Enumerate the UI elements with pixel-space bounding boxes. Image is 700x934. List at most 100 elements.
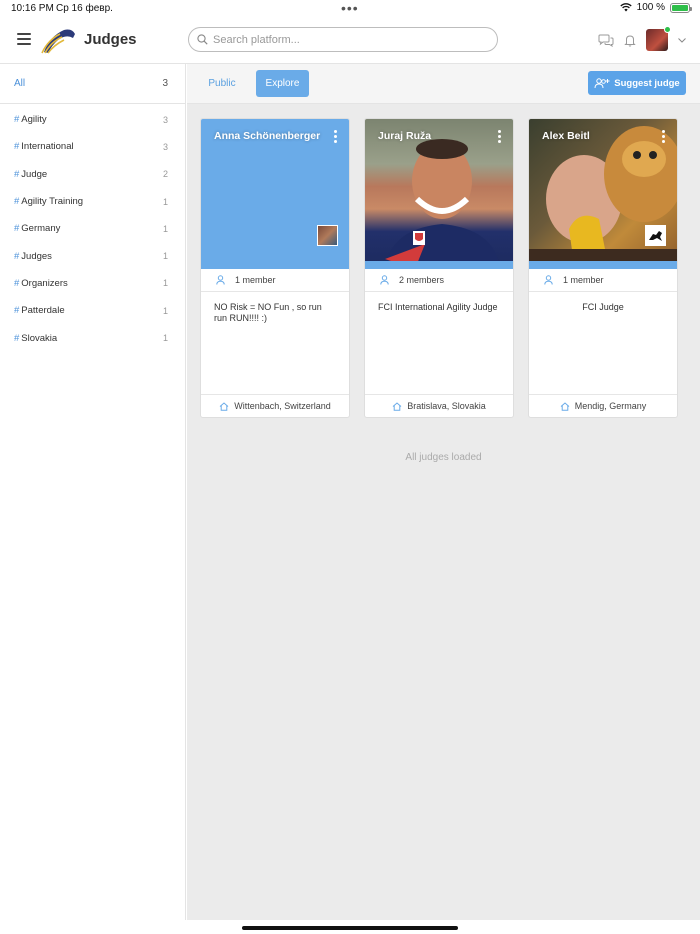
sidebar-item-all[interactable]: All 3 xyxy=(0,64,185,104)
hash-icon: # xyxy=(14,141,20,153)
sidebar-item-international[interactable]: # International 3 xyxy=(0,133,185,160)
sidebar-item-label: Agility xyxy=(21,114,47,126)
sidebar-item-count: 3 xyxy=(162,114,168,125)
judge-name: Alex Beitl xyxy=(542,130,590,142)
status-date: Ср 16 февр. xyxy=(56,3,113,14)
hash-icon: # xyxy=(14,114,20,126)
location-label: Mendig, Germany xyxy=(574,401,647,411)
member-count-label: 1 member xyxy=(235,275,276,285)
user-icon xyxy=(544,275,553,285)
hash-icon: # xyxy=(14,277,20,289)
multitasking-dots-icon[interactable]: ••• xyxy=(341,0,359,16)
home-indicator[interactable] xyxy=(242,926,458,930)
sidebar-item-label: Judges xyxy=(21,250,52,262)
card-stripe xyxy=(529,261,677,269)
tab-public[interactable]: Public xyxy=(199,70,245,97)
sidebar-item-judges[interactable]: # Judges 1 xyxy=(0,242,185,269)
status-bar: 10:16 PM Ср 16 февр. ••• 100 % xyxy=(0,0,700,18)
header-actions xyxy=(598,26,686,51)
hash-icon: # xyxy=(14,168,20,180)
judge-card[interactable]: Juraj Ruža 2 members FCI International A… xyxy=(364,118,514,418)
hash-icon: # xyxy=(14,250,20,262)
member-count-label: 1 member xyxy=(563,275,604,285)
search-icon xyxy=(197,34,208,45)
toolbar: Public Explore Suggest judge xyxy=(187,64,700,104)
judge-card[interactable]: Alex Beitl 1 member FCI Judge Mendig, Ge… xyxy=(528,118,678,418)
all-loaded-message: All judges loaded xyxy=(405,452,482,463)
main-content: Public Explore Suggest judge Anna Schöne… xyxy=(187,64,700,920)
sidebar-item-count: 1 xyxy=(162,196,168,207)
more-options-icon[interactable] xyxy=(662,130,666,145)
status-right: 100 % xyxy=(619,2,692,13)
app-header: Judges xyxy=(0,18,700,64)
judge-location: Mendig, Germany xyxy=(529,394,677,417)
judge-thumbnail xyxy=(317,225,338,246)
sidebar-item-judge[interactable]: # Judge 2 xyxy=(0,161,185,188)
user-icon xyxy=(216,275,225,285)
battery-fill xyxy=(672,4,688,11)
hash-icon: # xyxy=(14,196,20,208)
sidebar-item-label: International xyxy=(21,141,74,153)
online-indicator xyxy=(664,26,671,33)
hash-icon: # xyxy=(14,305,20,317)
sidebar-item-patterdale[interactable]: # Patterdale 1 xyxy=(0,297,185,324)
sidebar-item-agility-training[interactable]: # Agility Training 1 xyxy=(0,188,185,215)
suggest-judge-label: Suggest judge xyxy=(614,77,680,89)
search-input[interactable] xyxy=(213,33,473,46)
sidebar-item-organizers[interactable]: # Organizers 1 xyxy=(0,270,185,297)
suggest-judge-button[interactable]: Suggest judge xyxy=(588,71,686,95)
battery-percent: 100 % xyxy=(636,2,665,13)
chat-icon[interactable] xyxy=(598,34,614,47)
sidebar-item-slovakia[interactable]: # Slovakia 1 xyxy=(0,324,185,351)
sidebar-all-count: 3 xyxy=(162,78,168,89)
judge-description: NO Risk = NO Fun , so run run RUN!!!! :) xyxy=(214,302,322,323)
judge-name: Anna Schönenberger xyxy=(214,130,321,142)
member-count: 1 member xyxy=(529,269,677,292)
sidebar-item-count: 1 xyxy=(162,333,168,344)
home-icon xyxy=(392,401,402,411)
judge-location: Bratislava, Slovakia xyxy=(365,394,513,417)
page-title: Judges xyxy=(84,31,137,48)
member-count: 2 members xyxy=(365,269,513,292)
dog-logo-icon xyxy=(649,231,662,241)
bell-icon[interactable] xyxy=(624,34,636,47)
more-options-icon[interactable] xyxy=(498,130,502,145)
sidebar-item-label: Organizers xyxy=(21,277,68,289)
sidebar-item-count: 1 xyxy=(162,305,168,316)
app-logo-icon xyxy=(41,29,75,54)
judge-card[interactable]: Anna Schönenberger 1 member NO Risk = NO… xyxy=(200,118,350,418)
tab-explore[interactable]: Explore xyxy=(256,70,309,97)
chevron-down-icon[interactable] xyxy=(678,37,686,43)
sidebar-item-agility[interactable]: # Agility 3 xyxy=(0,106,185,133)
sidebar-item-label: Agility Training xyxy=(21,196,84,208)
sidebar: All 3 # Agility 3 # International 3 # Judge 2 … xyxy=(0,64,186,920)
sidebar-item-count: 2 xyxy=(162,169,168,180)
card-header: Alex Beitl xyxy=(529,119,677,269)
sidebar-item-label: Slovakia xyxy=(21,332,58,344)
card-header: Anna Schönenberger xyxy=(201,119,349,269)
sidebar-item-germany[interactable]: # Germany 1 xyxy=(0,215,185,242)
add-users-icon xyxy=(594,77,610,88)
search-box[interactable] xyxy=(188,27,498,52)
location-label: Bratislava, Slovakia xyxy=(407,401,486,411)
hash-icon: # xyxy=(14,332,20,344)
judge-location: Wittenbach, Switzerland xyxy=(201,394,349,417)
status-time: 10:16 PM xyxy=(11,3,54,14)
judge-thumbnail xyxy=(645,225,666,246)
sidebar-item-count: 1 xyxy=(162,278,168,289)
battery-icon xyxy=(670,2,692,13)
tag-list: # Agility 3 # International 3 # Judge 2 # Agili… xyxy=(0,104,185,352)
user-icon xyxy=(380,275,389,285)
card-header: Juraj Ruža xyxy=(365,119,513,269)
location-label: Wittenbach, Switzerland xyxy=(234,401,331,411)
member-count: 1 member xyxy=(201,269,349,292)
judge-description: FCI Judge xyxy=(582,302,624,312)
judge-description: FCI International Agility Judge xyxy=(378,302,498,312)
sidebar-all-label: All xyxy=(14,78,26,89)
sidebar-item-label: Patterdale xyxy=(21,305,65,317)
sidebar-item-count: 3 xyxy=(162,141,168,152)
user-avatar[interactable] xyxy=(646,26,671,51)
more-options-icon[interactable] xyxy=(334,130,338,145)
member-count-label: 2 members xyxy=(399,275,445,285)
hamburger-menu-icon[interactable] xyxy=(17,33,31,45)
